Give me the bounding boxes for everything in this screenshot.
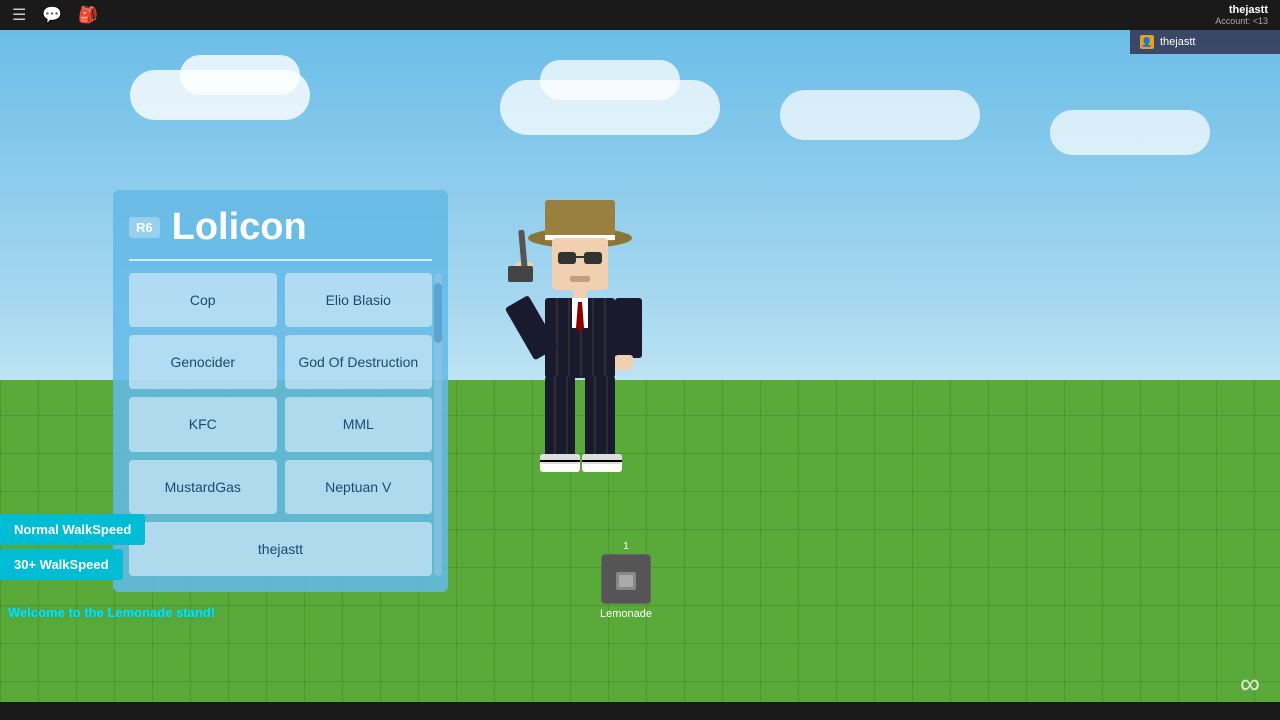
cloud-6	[1050, 110, 1210, 155]
btn-genocider[interactable]: Genocider	[129, 335, 277, 389]
top-bar: ☰ 💬 🎒 thejastt Account: <13	[0, 0, 1280, 30]
btn-god-of-destruction[interactable]: God Of Destruction	[285, 335, 433, 389]
btn-kfc[interactable]: KFC	[129, 397, 277, 451]
normal-walkspeed-button[interactable]: Normal WalkSpeed	[0, 514, 145, 545]
cloud-4	[540, 60, 680, 100]
game-character	[490, 180, 670, 500]
top-bar-icons: ☰ 💬 🎒	[12, 5, 98, 25]
chat-icon[interactable]: 💬	[42, 5, 62, 25]
user-badge-name: thejastt	[1160, 36, 1195, 48]
panel-title: Lolicon	[172, 206, 307, 249]
panel-scrollbar-thumb[interactable]	[434, 283, 442, 343]
bottom-bar	[0, 702, 1280, 720]
user-avatar-icon: 👤	[1140, 35, 1154, 49]
btn-elio-blasio[interactable]: Elio Blasio	[285, 273, 433, 327]
user-badge-row: 👤 thejastt	[1130, 30, 1280, 54]
btn-thejastt[interactable]: thejastt	[129, 522, 432, 576]
boost-walkspeed-button[interactable]: 30+ WalkSpeed	[0, 549, 123, 580]
lemonade-count: 1	[623, 541, 629, 552]
panel-header: R6 Lolicon	[129, 206, 432, 249]
bag-icon[interactable]: 🎒	[78, 5, 98, 25]
character-select-panel: R6 Lolicon Cop Elio Blasio Genocider God…	[113, 190, 448, 592]
panel-scrollbar[interactable]	[434, 273, 442, 576]
top-bar-user-info: thejastt Account: <13	[1215, 4, 1268, 26]
welcome-text: Welcome to the Lemonade stand!	[8, 605, 215, 620]
lemonade-box[interactable]	[601, 554, 651, 604]
cloud-5	[780, 90, 980, 140]
lemonade-label: Lemonade	[600, 608, 652, 620]
username-display: thejastt	[1229, 4, 1268, 16]
panel-divider	[129, 259, 432, 261]
infinity-icon: ∞	[1240, 668, 1260, 700]
game-world: R6 Lolicon Cop Elio Blasio Genocider God…	[0, 30, 1280, 720]
panel-badge: R6	[129, 217, 160, 238]
btn-neptuan-v[interactable]: Neptuan V	[285, 460, 433, 514]
panel-grid: Cop Elio Blasio Genocider God Of Destruc…	[129, 273, 432, 576]
btn-cop[interactable]: Cop	[129, 273, 277, 327]
lemonade-item: 1 Lemonade	[600, 541, 652, 620]
menu-icon[interactable]: ☰	[12, 5, 26, 25]
cloud-2	[180, 55, 300, 95]
btn-mustardgas[interactable]: MustardGas	[129, 460, 277, 514]
btn-mml[interactable]: MML	[285, 397, 433, 451]
account-info: Account: <13	[1215, 16, 1268, 26]
